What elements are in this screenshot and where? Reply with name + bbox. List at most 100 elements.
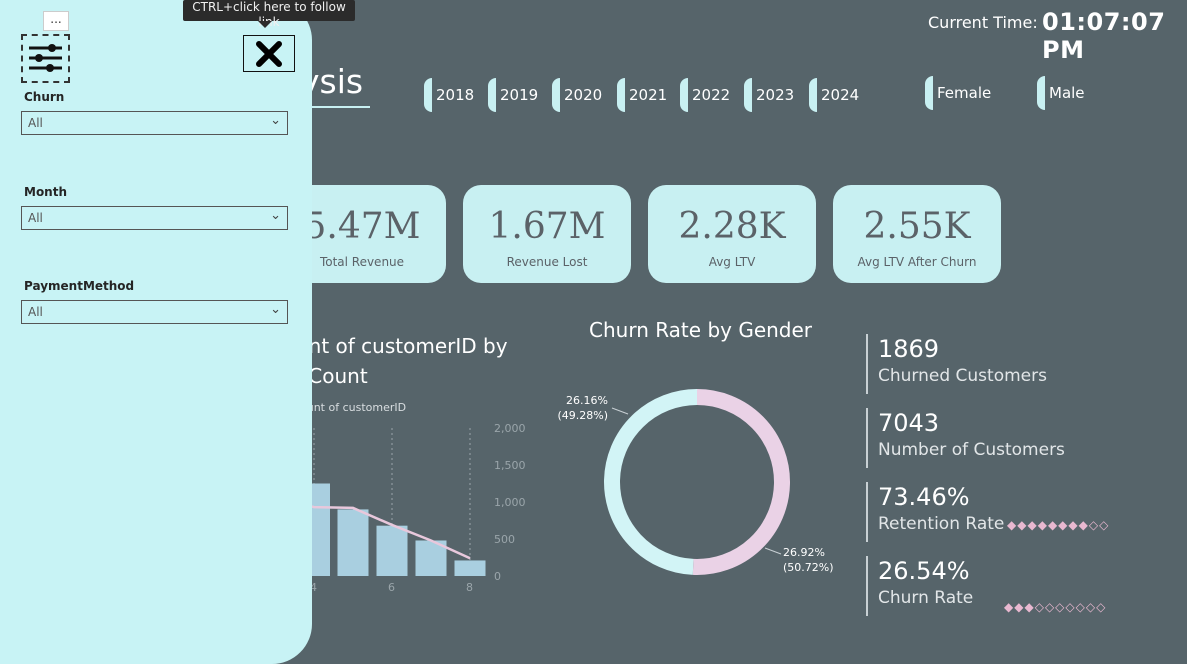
bar[interactable] bbox=[337, 509, 369, 576]
more-options-button[interactable]: ... bbox=[43, 11, 69, 31]
kpi-value: 1.67M bbox=[488, 206, 606, 247]
year-slicer-2023[interactable]: 2023 bbox=[744, 78, 794, 112]
dropdown-churn[interactable]: All ⌄ bbox=[21, 111, 288, 135]
year-label: 2024 bbox=[821, 86, 860, 104]
dropdown-payment-method[interactable]: All ⌄ bbox=[21, 300, 288, 324]
stat-number: 1869 bbox=[878, 335, 940, 363]
donut-leader-line bbox=[764, 547, 782, 555]
filled-diamond-icon: ◆ bbox=[1068, 518, 1079, 532]
bar-y-tick: 0 bbox=[494, 570, 501, 583]
stat-churned-customers: 1869 Churned Customers bbox=[866, 334, 1047, 394]
empty-diamond-icon: ◇ bbox=[1085, 600, 1097, 614]
year-label: 2021 bbox=[629, 86, 668, 104]
year-slicer-2019[interactable]: 2019 bbox=[488, 78, 538, 112]
donut-label-pct: 26.92% bbox=[783, 546, 825, 559]
tooltip-arrow bbox=[258, 21, 272, 28]
stat-caption: Retention Rate bbox=[878, 514, 1005, 534]
year-label: 2022 bbox=[692, 86, 731, 104]
filled-diamond-icon: ◆ bbox=[1004, 600, 1015, 614]
kpi-card-avg-ltv: 2.28K Avg LTV bbox=[648, 185, 816, 283]
bar[interactable] bbox=[376, 525, 408, 576]
filter-panel: ... Churn All ⌄ Month All ⌄ PaymentMetho… bbox=[0, 0, 312, 664]
kpi-label: Avg LTV bbox=[708, 255, 756, 269]
stat-churn-rate: 26.54% Churn Rate bbox=[866, 556, 973, 616]
bar-x-tick: 8 bbox=[466, 581, 473, 594]
year-slicer-2018[interactable]: 2018 bbox=[424, 78, 474, 112]
stat-caption: Churn Rate bbox=[878, 588, 974, 608]
close-panel-button[interactable] bbox=[243, 35, 295, 72]
gender-label: Female bbox=[937, 84, 992, 102]
stat-number: 26.54% bbox=[878, 557, 970, 585]
churn-rating-diamonds: ◆◆◆◇◇◇◇◇◇◇ bbox=[1004, 600, 1106, 614]
donut-slice[interactable] bbox=[692, 389, 790, 575]
dropdown-value: All bbox=[28, 305, 43, 319]
kpi-value: 2.28K bbox=[678, 206, 786, 247]
gender-slicer-female[interactable]: Female bbox=[925, 76, 991, 110]
donut-chart[interactable]: 26.92% (50.72%) 26.16% (49.28%) bbox=[540, 380, 850, 590]
year-slicer-2024[interactable]: 2024 bbox=[809, 78, 859, 112]
stat-number: 73.46% bbox=[878, 483, 970, 511]
year-slicer-2022[interactable]: 2022 bbox=[680, 78, 730, 112]
dropdown-value: All bbox=[28, 211, 43, 225]
donut-chart-title: Churn Rate by Gender bbox=[589, 318, 813, 342]
filled-diamond-icon: ◆ bbox=[1007, 518, 1018, 532]
kpi-label: Revenue Lost bbox=[506, 255, 588, 269]
filter-label-month: Month bbox=[24, 185, 68, 199]
close-x-icon bbox=[256, 40, 282, 67]
link-tooltip: CTRL+click here to follow link bbox=[183, 0, 355, 29]
filled-diamond-icon: ◆ bbox=[1078, 518, 1089, 532]
slicer-tab bbox=[552, 78, 560, 112]
year-label: 2019 bbox=[500, 86, 539, 104]
chevron-down-icon: ⌄ bbox=[270, 113, 281, 128]
year-slicer-2020[interactable]: 2020 bbox=[552, 78, 602, 112]
filled-diamond-icon: ◆ bbox=[1017, 518, 1028, 532]
kpi-value: 2.55K bbox=[863, 206, 971, 247]
bar-x-tick: 6 bbox=[388, 581, 395, 594]
year-label: 2018 bbox=[436, 86, 475, 104]
filter-label-churn: Churn bbox=[24, 90, 65, 104]
empty-diamond-icon: ◇ bbox=[1075, 600, 1086, 614]
bar-chart-legend: ount of customerID bbox=[300, 401, 407, 414]
filled-diamond-icon: ◆ bbox=[1027, 518, 1038, 532]
empty-diamond-icon: ◇ bbox=[1055, 600, 1066, 614]
slicer-tab bbox=[617, 78, 625, 112]
current-time-value: 01:07:07 PM bbox=[1042, 8, 1166, 64]
filter-label-payment-method: PaymentMethod bbox=[24, 279, 135, 293]
kpi-card-revenue-lost: 1.67M Revenue Lost bbox=[463, 185, 631, 283]
filled-diamond-icon: ◆ bbox=[1037, 518, 1048, 532]
empty-diamond-icon: ◇ bbox=[1065, 600, 1076, 614]
slicer-tab bbox=[925, 76, 933, 110]
bar-chart-title: unt of customerID by eCount bbox=[296, 331, 508, 391]
donut-leader-line bbox=[611, 407, 629, 415]
slicer-tab bbox=[744, 78, 752, 112]
donut-label-share: (49.28%) bbox=[557, 409, 608, 422]
stat-retention-rate: 73.46% Retention Rate bbox=[866, 482, 1004, 542]
slicer-tab bbox=[809, 78, 817, 112]
filled-diamond-icon: ◆ bbox=[1058, 518, 1069, 532]
bar-y-tick: 500 bbox=[494, 533, 515, 546]
retention-rating-diamonds: ◆◆◆◆◆◆◆◆◇◇ bbox=[1007, 518, 1109, 532]
empty-diamond-icon: ◇ bbox=[1096, 600, 1107, 614]
empty-diamond-icon: ◇ bbox=[1034, 600, 1045, 614]
dropdown-value: All bbox=[28, 116, 43, 130]
dropdown-month[interactable]: All ⌄ bbox=[21, 206, 288, 230]
bar-chart[interactable]: 2,0001,5001,00050004 6 8 bbox=[290, 420, 530, 595]
bar[interactable] bbox=[454, 560, 486, 576]
empty-diamond-icon: ◇ bbox=[1044, 600, 1056, 614]
kpi-label: Avg LTV After Churn bbox=[857, 255, 977, 269]
slicer-tab bbox=[488, 78, 496, 112]
stat-caption: Number of Customers bbox=[878, 440, 1065, 460]
stat-caption: Churned Customers bbox=[878, 366, 1047, 386]
gender-label: Male bbox=[1049, 84, 1085, 102]
year-label: 2020 bbox=[564, 86, 603, 104]
filter-sliders-icon[interactable] bbox=[21, 34, 70, 83]
empty-diamond-icon: ◇ bbox=[1099, 518, 1110, 532]
gender-slicer-male[interactable]: Male bbox=[1037, 76, 1085, 110]
slicer-tab bbox=[1037, 76, 1045, 110]
kpi-card-avg-ltv-after-churn: 2.55K Avg LTV After Churn bbox=[833, 185, 1001, 283]
donut-label-share: (50.72%) bbox=[783, 561, 834, 574]
filled-diamond-icon: ◆ bbox=[1024, 600, 1035, 614]
donut-slice[interactable] bbox=[604, 389, 698, 575]
year-slicer-2021[interactable]: 2021 bbox=[617, 78, 667, 112]
bar-chart-title-line: unt of customerID by bbox=[296, 334, 508, 358]
